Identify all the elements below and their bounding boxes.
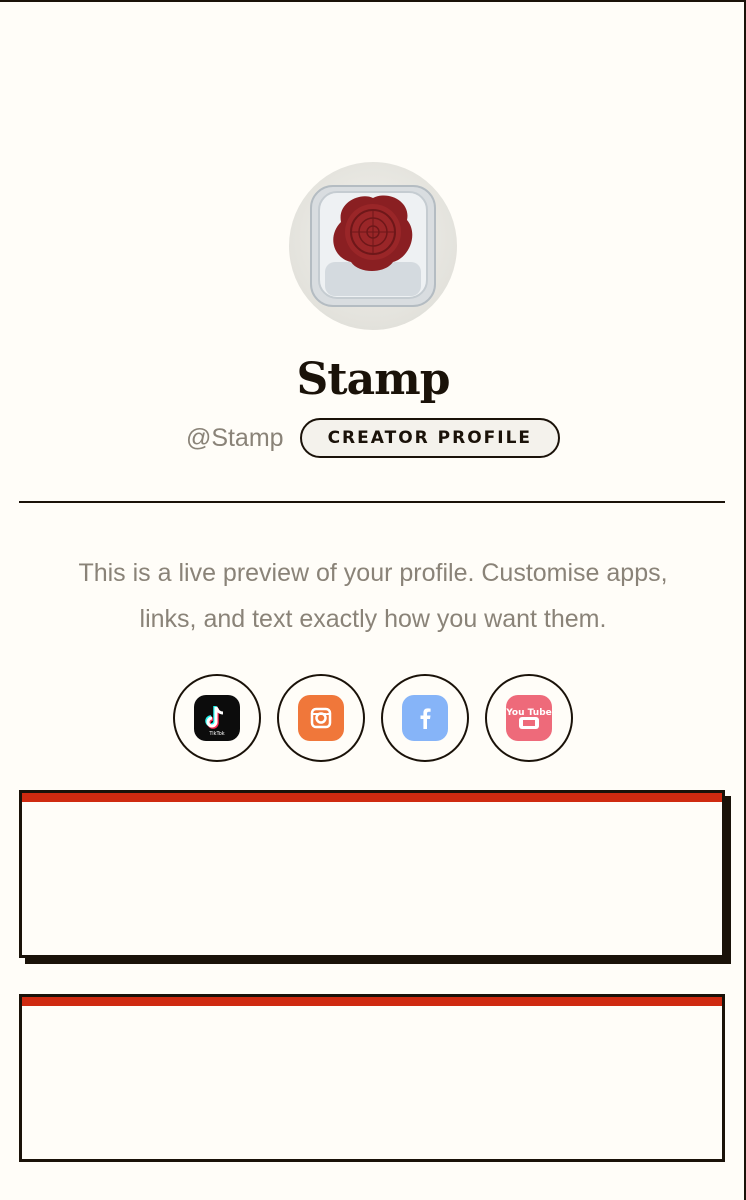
social-link-youtube[interactable]: You Tube xyxy=(485,674,573,762)
youtube-tile-text: You Tube xyxy=(506,708,552,718)
divider xyxy=(19,501,725,503)
social-link-tiktok[interactable]: TikTok xyxy=(173,674,261,762)
link-card-2[interactable] xyxy=(19,994,725,1162)
tiktok-icon: TikTok xyxy=(194,695,240,741)
profile-bio: This is a live preview of your profile. … xyxy=(78,559,668,633)
avatar xyxy=(289,162,457,330)
wax-seal-image xyxy=(310,185,436,307)
social-link-instagram[interactable] xyxy=(277,674,365,762)
tiktok-tile-text: TikTok xyxy=(208,731,224,737)
card-accent-strip xyxy=(22,997,722,1006)
creator-profile-badge[interactable]: CREATOR PROFILE xyxy=(299,418,561,458)
youtube-icon: You Tube xyxy=(506,695,552,741)
instagram-icon xyxy=(298,695,344,741)
profile-handle: @Stamp xyxy=(185,423,284,452)
facebook-icon xyxy=(402,695,448,741)
link-card-1[interactable] xyxy=(19,790,725,958)
card-accent-strip xyxy=(22,793,722,802)
social-links: TikTok You Tube xyxy=(0,674,746,762)
handle-row: @Stamp CREATOR PROFILE xyxy=(0,418,746,458)
profile-name: Stamp xyxy=(296,354,451,405)
social-link-facebook[interactable] xyxy=(381,674,469,762)
